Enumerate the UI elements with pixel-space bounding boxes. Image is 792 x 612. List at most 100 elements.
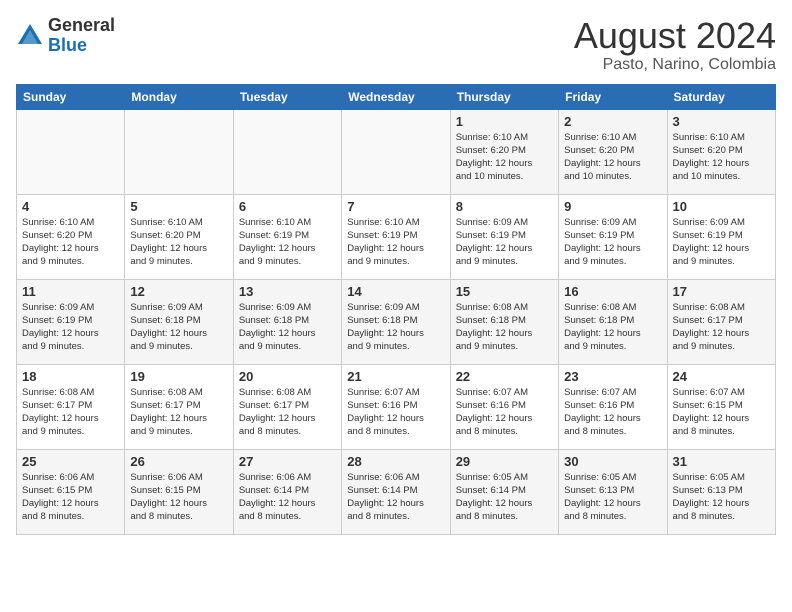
table-row: 19 Sunrise: 6:08 AM Sunset: 6:17 PM Dayli…: [125, 364, 233, 449]
header-sunday: Sunday: [17, 84, 125, 109]
table-row: [342, 109, 450, 194]
day-info: Sunrise: 6:09 AM Sunset: 6:18 PM Dayligh…: [347, 301, 444, 354]
title-block: August 2024 Pasto, Narino, Colombia: [574, 16, 776, 74]
calendar-week-row: 11Sunrise: 6:09 AM Sunset: 6:19 PM Dayli…: [17, 279, 776, 364]
day-info: Sunrise: 6:10 AM Sunset: 6:20 PM Dayligh…: [564, 131, 661, 184]
day-info: Sunrise: 6:09 AM Sunset: 6:19 PM Dayligh…: [564, 216, 661, 269]
header-saturday: Saturday: [667, 84, 775, 109]
calendar-body: 1Sunrise: 6:10 AM Sunset: 6:20 PM Daylig…: [17, 109, 776, 534]
header-wednesday: Wednesday: [342, 84, 450, 109]
table-row: 22 Sunrise: 6:07 AM Sunset: 6:16 PM Dayli…: [450, 364, 558, 449]
day-number: 23: [564, 369, 661, 384]
table-row: 7 Sunrise: 6:10 AM Sunset: 6:19 PM Daylig…: [342, 194, 450, 279]
day-number: 25: [22, 454, 119, 469]
day-number: 6: [239, 199, 336, 214]
table-row: 29 Sunrise: 6:05 AM Sunset: 6:14 PM Dayli…: [450, 449, 558, 534]
table-row: 28Sunrise: 6:06 AM Sunset: 6:14 PM Dayli…: [342, 449, 450, 534]
table-row: 1Sunrise: 6:10 AM Sunset: 6:20 PM Daylig…: [450, 109, 558, 194]
day-info: Sunrise: 6:08 AM Sunset: 6:17 PM Dayligh…: [239, 386, 336, 439]
table-row: 5 Sunrise: 6:10 AM Sunset: 6:20 PM Daylig…: [125, 194, 233, 279]
day-number: 22: [456, 369, 553, 384]
calendar-title: August 2024: [574, 16, 776, 56]
day-info: Sunrise: 6:10 AM Sunset: 6:20 PM Dayligh…: [130, 216, 227, 269]
day-number: 16: [564, 284, 661, 299]
day-info: Sunrise: 6:07 AM Sunset: 6:16 PM Dayligh…: [347, 386, 444, 439]
day-info: Sunrise: 6:06 AM Sunset: 6:14 PM Dayligh…: [239, 471, 336, 524]
day-number: 29: [456, 454, 553, 469]
day-info: Sunrise: 6:08 AM Sunset: 6:17 PM Dayligh…: [22, 386, 119, 439]
day-number: 24: [673, 369, 770, 384]
day-info: Sunrise: 6:05 AM Sunset: 6:13 PM Dayligh…: [564, 471, 661, 524]
table-row: 25 Sunrise: 6:06 AM Sunset: 6:15 PM Dayli…: [17, 449, 125, 534]
day-info: Sunrise: 6:09 AM Sunset: 6:19 PM Dayligh…: [456, 216, 553, 269]
day-info: Sunrise: 6:05 AM Sunset: 6:13 PM Dayligh…: [673, 471, 770, 524]
table-row: [125, 109, 233, 194]
day-info: Sunrise: 6:10 AM Sunset: 6:20 PM Dayligh…: [456, 131, 553, 184]
day-number: 3: [673, 114, 770, 129]
day-info: Sunrise: 6:06 AM Sunset: 6:15 PM Dayligh…: [130, 471, 227, 524]
day-number: 4: [22, 199, 119, 214]
day-number: 31: [673, 454, 770, 469]
day-info: Sunrise: 6:09 AM Sunset: 6:19 PM Dayligh…: [22, 301, 119, 354]
table-row: 8 Sunrise: 6:09 AM Sunset: 6:19 PM Daylig…: [450, 194, 558, 279]
table-row: 31 Sunrise: 6:05 AM Sunset: 6:13 PM Dayli…: [667, 449, 775, 534]
header-monday: Monday: [125, 84, 233, 109]
day-number: 26: [130, 454, 227, 469]
day-info: Sunrise: 6:05 AM Sunset: 6:14 PM Dayligh…: [456, 471, 553, 524]
day-number: 30: [564, 454, 661, 469]
day-info: Sunrise: 6:07 AM Sunset: 6:16 PM Dayligh…: [456, 386, 553, 439]
day-number: 28: [347, 454, 444, 469]
table-row: 6 Sunrise: 6:10 AM Sunset: 6:19 PM Daylig…: [233, 194, 341, 279]
day-number: 5: [130, 199, 227, 214]
table-row: 11Sunrise: 6:09 AM Sunset: 6:19 PM Dayli…: [17, 279, 125, 364]
day-info: Sunrise: 6:06 AM Sunset: 6:15 PM Dayligh…: [22, 471, 119, 524]
day-info: Sunrise: 6:08 AM Sunset: 6:17 PM Dayligh…: [673, 301, 770, 354]
day-number: 18: [22, 369, 119, 384]
logo-general: General: [48, 15, 115, 35]
day-number: 7: [347, 199, 444, 214]
day-number: 8: [456, 199, 553, 214]
day-number: 9: [564, 199, 661, 214]
table-row: 16Sunrise: 6:08 AM Sunset: 6:18 PM Dayli…: [559, 279, 667, 364]
page-header: General Blue August 2024 Pasto, Narino, …: [16, 16, 776, 74]
day-info: Sunrise: 6:09 AM Sunset: 6:18 PM Dayligh…: [239, 301, 336, 354]
day-info: Sunrise: 6:09 AM Sunset: 6:19 PM Dayligh…: [673, 216, 770, 269]
table-row: 10 Sunrise: 6:09 AM Sunset: 6:19 PM Dayli…: [667, 194, 775, 279]
table-row: 23Sunrise: 6:07 AM Sunset: 6:16 PM Dayli…: [559, 364, 667, 449]
day-number: 21: [347, 369, 444, 384]
day-number: 12: [130, 284, 227, 299]
table-row: 30 Sunrise: 6:05 AM Sunset: 6:13 PM Dayli…: [559, 449, 667, 534]
calendar-header: Sunday Monday Tuesday Wednesday Thursday…: [17, 84, 776, 109]
header-thursday: Thursday: [450, 84, 558, 109]
day-info: Sunrise: 6:10 AM Sunset: 6:20 PM Dayligh…: [673, 131, 770, 184]
day-number: 13: [239, 284, 336, 299]
table-row: 3 Sunrise: 6:10 AM Sunset: 6:20 PM Daylig…: [667, 109, 775, 194]
logo-icon: [16, 22, 44, 50]
table-row: 27Sunrise: 6:06 AM Sunset: 6:14 PM Dayli…: [233, 449, 341, 534]
calendar-week-row: 25 Sunrise: 6:06 AM Sunset: 6:15 PM Dayli…: [17, 449, 776, 534]
day-info: Sunrise: 6:07 AM Sunset: 6:15 PM Dayligh…: [673, 386, 770, 439]
day-info: Sunrise: 6:08 AM Sunset: 6:17 PM Dayligh…: [130, 386, 227, 439]
table-row: 20Sunrise: 6:08 AM Sunset: 6:17 PM Dayli…: [233, 364, 341, 449]
calendar-week-row: 4 Sunrise: 6:10 AM Sunset: 6:20 PM Daylig…: [17, 194, 776, 279]
table-row: 9 Sunrise: 6:09 AM Sunset: 6:19 PM Daylig…: [559, 194, 667, 279]
day-number: 15: [456, 284, 553, 299]
day-number: 19: [130, 369, 227, 384]
calendar-week-row: 1Sunrise: 6:10 AM Sunset: 6:20 PM Daylig…: [17, 109, 776, 194]
day-number: 10: [673, 199, 770, 214]
logo-blue: Blue: [48, 35, 87, 55]
logo: General Blue: [16, 16, 115, 56]
table-row: 21 Sunrise: 6:07 AM Sunset: 6:16 PM Dayli…: [342, 364, 450, 449]
table-row: 18 Sunrise: 6:08 AM Sunset: 6:17 PM Dayli…: [17, 364, 125, 449]
table-row: 4Sunrise: 6:10 AM Sunset: 6:20 PM Daylig…: [17, 194, 125, 279]
calendar-subtitle: Pasto, Narino, Colombia: [574, 56, 776, 74]
header-friday: Friday: [559, 84, 667, 109]
day-info: Sunrise: 6:09 AM Sunset: 6:18 PM Dayligh…: [130, 301, 227, 354]
logo-text: General Blue: [48, 16, 115, 56]
day-info: Sunrise: 6:08 AM Sunset: 6:18 PM Dayligh…: [456, 301, 553, 354]
table-row: 15 Sunrise: 6:08 AM Sunset: 6:18 PM Dayli…: [450, 279, 558, 364]
day-info: Sunrise: 6:10 AM Sunset: 6:19 PM Dayligh…: [239, 216, 336, 269]
day-info: Sunrise: 6:10 AM Sunset: 6:19 PM Dayligh…: [347, 216, 444, 269]
table-row: 24 Sunrise: 6:07 AM Sunset: 6:15 PM Dayli…: [667, 364, 775, 449]
table-row: 26 Sunrise: 6:06 AM Sunset: 6:15 PM Dayli…: [125, 449, 233, 534]
